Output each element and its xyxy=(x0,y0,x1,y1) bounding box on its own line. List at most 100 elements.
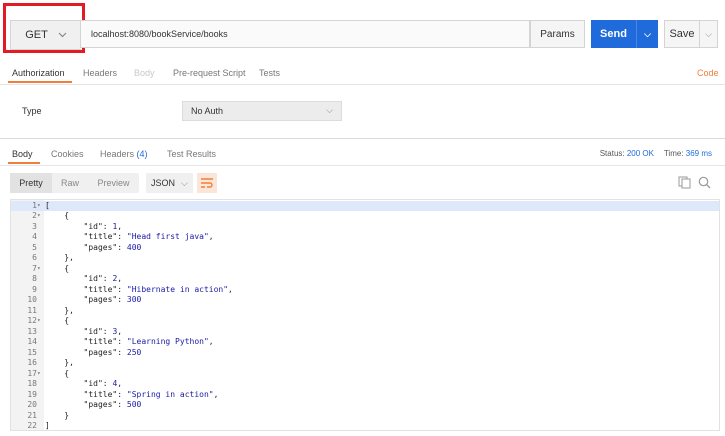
tab-pre-request-script[interactable]: Pre-request Script xyxy=(173,68,246,78)
line-number: 6 xyxy=(32,253,37,262)
code-text: "title": "Hibernate in action", xyxy=(83,284,233,294)
chevron-down-icon[interactable]: ⌵ xyxy=(637,29,658,40)
tab-response-body[interactable]: Body xyxy=(12,149,33,159)
code-text: }, xyxy=(45,253,74,262)
line-number: 12 xyxy=(27,316,37,325)
line-number: 7 xyxy=(32,263,37,273)
code-text: "title": "Learning Python", xyxy=(83,337,214,346)
highlight-box xyxy=(3,3,85,53)
wrap-lines-icon[interactable] xyxy=(197,173,217,193)
code-text: "pages": 250 xyxy=(83,347,142,357)
tab-response-headers[interactable]: Headers (4) xyxy=(100,149,148,159)
fold-arrow-icon[interactable]: ▾ xyxy=(37,264,41,275)
line-number: 1 xyxy=(32,200,37,210)
code-text: "title": "Spring in action", xyxy=(83,389,219,399)
format-select[interactable]: JSON ⌵ xyxy=(146,173,193,193)
code-text: } xyxy=(45,410,70,420)
line-number: 11 xyxy=(27,305,37,315)
send-label: Send xyxy=(600,28,627,40)
save-label: Save xyxy=(669,28,695,40)
line-number: 5 xyxy=(32,242,37,252)
code-text: "title": "Head first java", xyxy=(83,232,214,241)
tab-authorization[interactable]: Authorization xyxy=(12,68,65,78)
search-icon[interactable] xyxy=(698,176,711,194)
code-text: "pages": 300 xyxy=(83,295,142,304)
divider xyxy=(0,84,725,85)
save-button[interactable]: Save ⌵ xyxy=(664,20,718,48)
code-text: ] xyxy=(45,421,50,430)
code-text: { xyxy=(45,368,70,378)
headers-count: (4) xyxy=(136,149,148,159)
time-readout: Time: 369 ms xyxy=(664,149,712,158)
line-number: 10 xyxy=(27,295,37,304)
code-text: "pages": 400 xyxy=(83,242,142,252)
line-number: 16 xyxy=(27,358,37,367)
code-text: "id": 4, xyxy=(83,379,123,388)
chevron-down-icon: ⌵ xyxy=(181,177,188,188)
line-number: 22 xyxy=(27,421,37,430)
line-number: 17 xyxy=(27,368,37,378)
request-tabs: Authorization Headers Body Pre-request S… xyxy=(0,68,725,84)
code-text: "id": 1, xyxy=(83,221,123,231)
fold-arrow-icon[interactable]: ▾ xyxy=(37,369,41,380)
wrap-lines-glyph xyxy=(201,178,213,188)
response-body-editor[interactable]: 1 ▾[2 ▾ {3 "id": 1, 4 "title": "Head first … xyxy=(10,199,720,431)
view-mode-toggle: Pretty Raw Preview xyxy=(10,173,139,193)
auth-type-value: No Auth xyxy=(191,106,224,116)
view-preview[interactable]: Preview xyxy=(88,173,139,193)
tab-tests[interactable]: Tests xyxy=(259,68,280,78)
tab-cookies[interactable]: Cookies xyxy=(51,149,84,159)
fold-arrow-icon[interactable]: ▾ xyxy=(37,211,41,222)
chevron-down-icon[interactable]: ⌵ xyxy=(700,29,717,40)
code-text: }, xyxy=(45,305,74,315)
fold-arrow-icon[interactable]: ▾ xyxy=(37,316,41,327)
line-number: 15 xyxy=(27,347,37,357)
time-value: 369 ms xyxy=(685,149,712,158)
code-text: { xyxy=(45,211,70,220)
fold-arrow-icon[interactable]: ▾ xyxy=(37,201,41,212)
format-value: JSON xyxy=(151,178,176,188)
code-line: 1 ▾ [ xyxy=(11,200,719,212)
url-input[interactable]: localhost:8080/bookService/books xyxy=(80,20,530,48)
params-button[interactable]: Params xyxy=(530,20,585,48)
active-tab-indicator xyxy=(8,162,40,164)
code-text: { xyxy=(45,316,70,325)
code-text: "pages": 500 xyxy=(83,400,142,409)
send-button[interactable]: Send ⌵ xyxy=(591,20,658,48)
line-number: 14 xyxy=(27,337,37,346)
line-number: 2 xyxy=(32,211,37,220)
line-number: 4 xyxy=(32,232,37,241)
tab-headers[interactable]: Headers xyxy=(83,68,117,78)
code-text: { xyxy=(45,263,70,273)
line-number: 20 xyxy=(27,400,37,409)
line-number: 21 xyxy=(27,410,37,420)
type-label: Type xyxy=(22,106,42,116)
line-number: 8 xyxy=(32,274,37,283)
code-link[interactable]: Code xyxy=(697,68,719,78)
line-number: 9 xyxy=(32,284,37,294)
code-text: "id": 2, xyxy=(83,274,123,283)
pane-divider xyxy=(0,138,725,139)
code-text: }, xyxy=(45,358,74,367)
status-readout: Status: 200 OK xyxy=(600,149,654,158)
active-tab-indicator xyxy=(8,81,72,83)
chevron-down-icon: ⌵ xyxy=(326,105,333,115)
time-label: Time: xyxy=(663,149,684,158)
tab-body[interactable]: Body xyxy=(134,68,155,78)
auth-type-select[interactable]: No Auth ⌵ xyxy=(182,101,342,121)
search-glyph xyxy=(698,176,711,189)
line-number: 18 xyxy=(27,379,37,388)
copy-icon[interactable] xyxy=(678,176,691,194)
divider xyxy=(0,165,725,166)
line-number: 13 xyxy=(27,326,37,336)
view-raw[interactable]: Raw xyxy=(52,173,88,193)
headers-label: Headers xyxy=(100,149,135,159)
code-text: "id": 3, xyxy=(83,326,123,336)
line-number: 19 xyxy=(27,389,37,399)
status-value: 200 OK xyxy=(626,149,654,158)
tab-test-results[interactable]: Test Results xyxy=(167,149,216,159)
status-label: Status: xyxy=(599,149,625,158)
copy-glyph xyxy=(678,176,691,189)
view-pretty[interactable]: Pretty xyxy=(10,173,52,193)
code-text: [ xyxy=(45,200,50,210)
